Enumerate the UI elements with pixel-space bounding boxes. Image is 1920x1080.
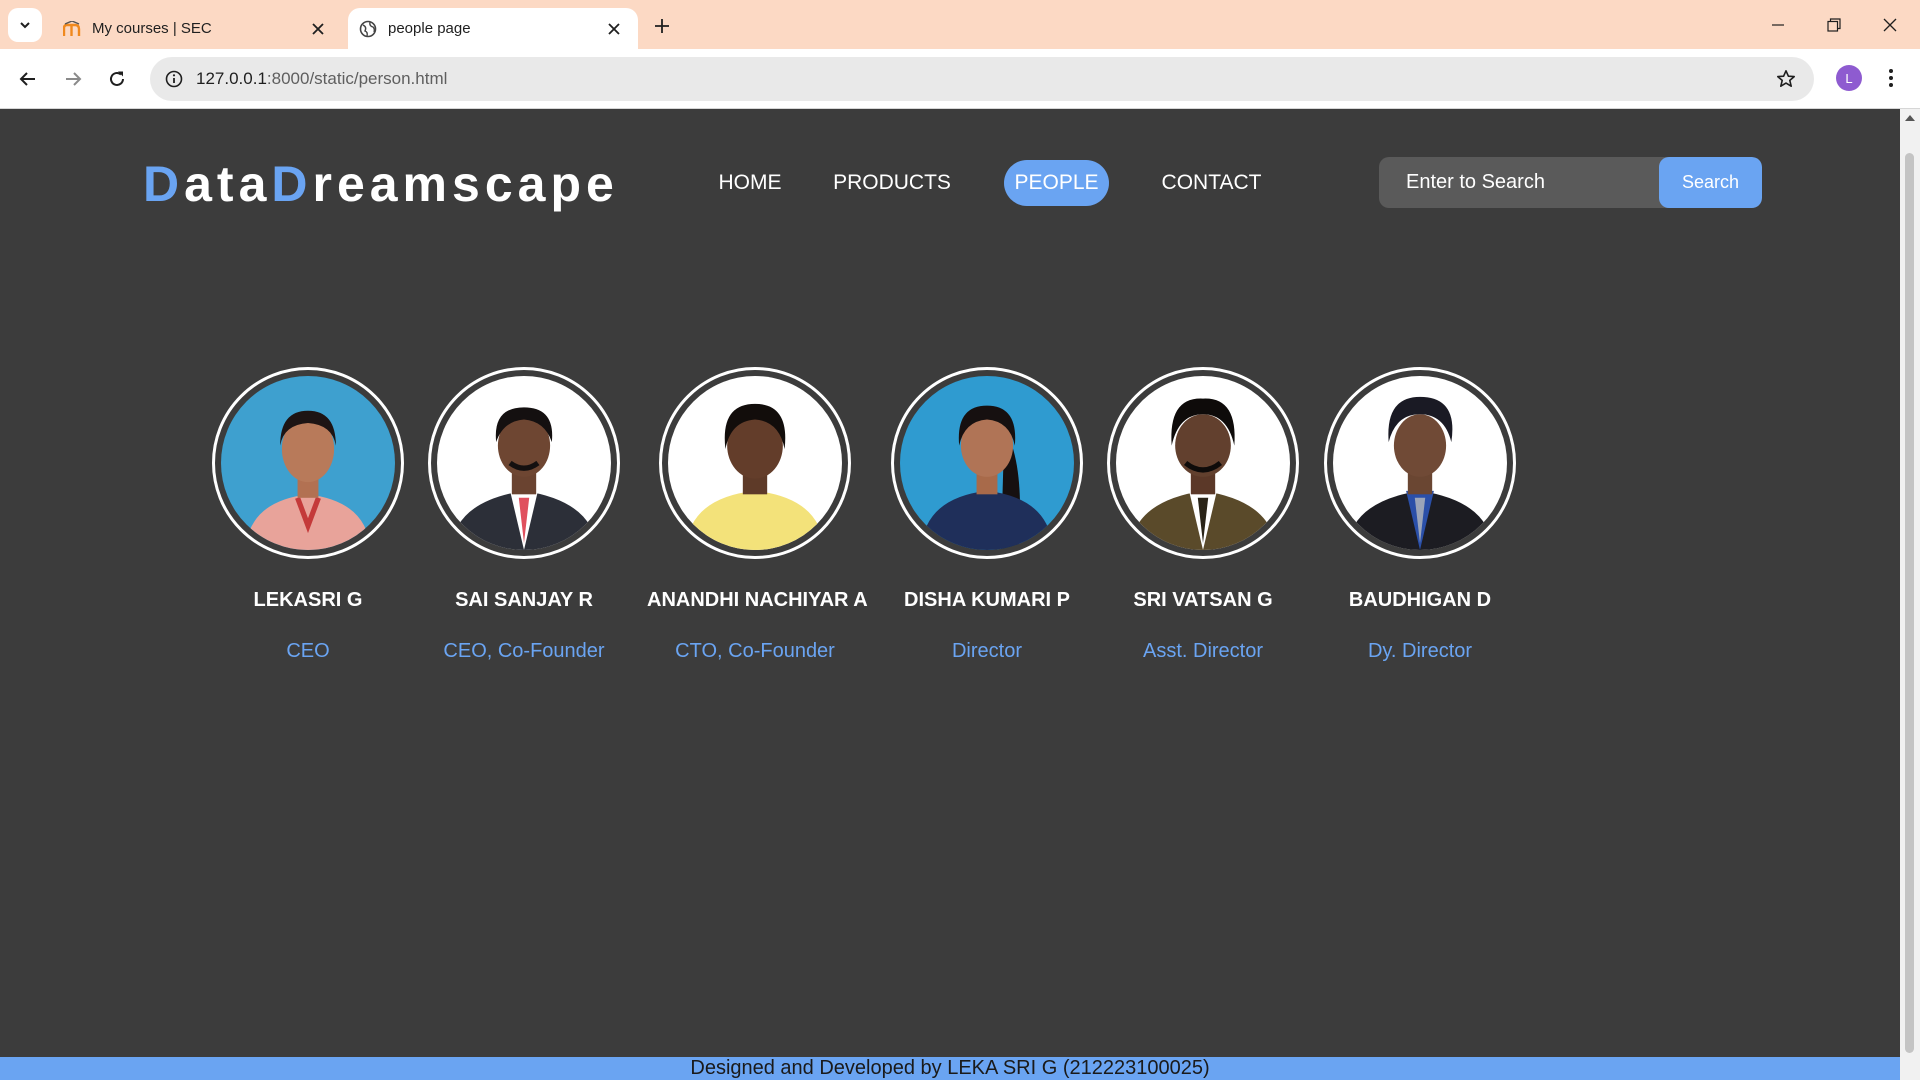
tab-search-button[interactable] (8, 8, 42, 42)
logo-letter: D (143, 156, 185, 212)
scrollbar-thumb[interactable] (1905, 153, 1914, 1053)
plus-icon (655, 19, 669, 33)
person-role: Asst. Director (1142, 640, 1264, 662)
url-path: :8000/static/person.html (266, 69, 448, 88)
search-form: Enter to Search Search (1379, 157, 1762, 208)
tab-title: people page (388, 20, 471, 37)
person-card: SRI VATSAN G Asst. Director (1095, 367, 1311, 663)
close-window-button[interactable] (1862, 0, 1918, 49)
close-icon (1883, 18, 1897, 31)
logo-text: ata (184, 156, 272, 212)
profile-avatar[interactable]: L (1836, 65, 1862, 91)
person-card: DISHA KUMARI P Director (879, 367, 1095, 663)
person-photo-frame (1324, 367, 1516, 559)
close-icon[interactable] (602, 17, 626, 41)
person-photo-frame (428, 367, 620, 559)
person-photo (221, 376, 395, 550)
person-name: BAUDHIGAN D (1348, 589, 1492, 611)
portrait-image (1333, 376, 1507, 550)
close-icon[interactable] (306, 17, 330, 41)
chevron-down-icon (20, 22, 30, 29)
person-name: DISHA KUMARI P (904, 589, 1070, 611)
globe-icon (358, 19, 378, 39)
person-card: LEKASRI G CEO (200, 367, 416, 663)
person-photo-frame (212, 367, 404, 559)
site-logo[interactable]: DataDreamscape (143, 155, 619, 213)
nav-home[interactable]: HOME (708, 160, 792, 206)
logo-letter: D (271, 156, 313, 212)
person-role: CEO (286, 640, 330, 662)
logo-text: reamscape (312, 156, 619, 212)
browser-toolbar: 127.0.0.1:8000/static/person.html L (0, 49, 1920, 109)
person-role: Director (951, 640, 1022, 662)
person-role: Dy. Director (1367, 640, 1473, 662)
back-button[interactable] (10, 61, 46, 97)
minimize-button[interactable] (1750, 0, 1806, 49)
person-photo (1116, 376, 1290, 550)
page-scrollbar[interactable] (1900, 109, 1920, 1080)
search-input[interactable]: Enter to Search (1379, 157, 1659, 208)
person-photo (668, 376, 842, 550)
url-text: 127.0.0.1:8000/static/person.html (196, 69, 447, 89)
person-photo (437, 376, 611, 550)
scroll-up-arrow-icon[interactable] (1905, 115, 1915, 121)
tab-my-courses[interactable]: My courses | SEC (52, 8, 342, 49)
person-role: CTO, Co-Founder (675, 640, 835, 662)
portrait-image (1116, 376, 1290, 550)
browser-tab-bar: My courses | SEC people page (0, 0, 1920, 49)
restore-icon (1827, 17, 1841, 32)
person-photo-frame (659, 367, 851, 559)
person-card: BAUDHIGAN D Dy. Director (1312, 367, 1528, 663)
person-photo (900, 376, 1074, 550)
url-host: 127.0.0.1 (196, 69, 267, 88)
restore-button[interactable] (1806, 0, 1862, 49)
minimize-icon (1772, 23, 1784, 26)
person-photo (1333, 376, 1507, 550)
search-button[interactable]: Search (1659, 157, 1762, 208)
person-name: ANANDHI NACHIYAR A (647, 589, 868, 611)
person-card: SAI SANJAY R CEO, Co-Founder (416, 367, 632, 663)
arrow-right-icon (66, 72, 82, 86)
nav-products[interactable]: PRODUCTS (827, 160, 957, 206)
browser-menu-button[interactable] (1876, 63, 1906, 93)
kebab-menu-icon (1889, 69, 1893, 87)
page-viewport: DataDreamscape HOME PRODUCTS PEOPLE CONT… (0, 109, 1900, 1080)
site-info-icon[interactable] (160, 65, 188, 93)
tab-people-page[interactable]: people page (348, 8, 638, 49)
address-bar[interactable]: 127.0.0.1:8000/static/person.html (150, 57, 1814, 101)
portrait-image (437, 376, 611, 550)
new-tab-button[interactable] (648, 12, 676, 40)
bookmark-star-icon[interactable] (1772, 65, 1800, 93)
person-photo-frame (1107, 367, 1299, 559)
portrait-image (900, 376, 1074, 550)
nav-contact[interactable]: CONTACT (1155, 160, 1268, 206)
page-footer: Designed and Developed by LEKA SRI G (21… (0, 1057, 1900, 1080)
person-photo-frame (891, 367, 1083, 559)
tab-title: My courses | SEC (92, 20, 212, 37)
arrow-left-icon (19, 72, 35, 86)
person-name: LEKASRI G (253, 589, 363, 611)
reload-button[interactable] (99, 61, 135, 97)
person-card: ANANDHI NACHIYAR A CTO, Co-Founder (647, 367, 868, 663)
moodle-icon (62, 19, 82, 39)
portrait-image (668, 376, 842, 550)
nav-people[interactable]: PEOPLE (1004, 160, 1109, 206)
forward-button[interactable] (55, 61, 91, 97)
person-name: SRI VATSAN G (1133, 589, 1273, 611)
person-role: CEO, Co-Founder (443, 640, 605, 662)
person-name: SAI SANJAY R (455, 589, 593, 611)
reload-icon (110, 71, 124, 86)
portrait-image (221, 376, 395, 550)
